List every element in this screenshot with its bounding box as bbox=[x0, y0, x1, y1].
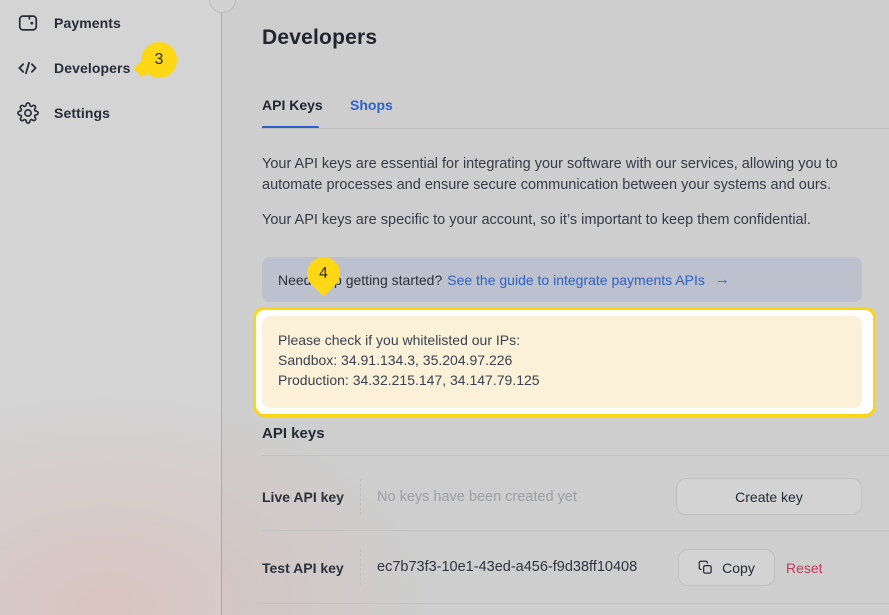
sidebar bbox=[0, 0, 221, 615]
row-divider bbox=[262, 530, 889, 531]
sidebar-item-payments[interactable]: Payments bbox=[0, 8, 221, 38]
wallet-icon bbox=[16, 12, 39, 35]
sidebar-item-developers[interactable]: Developers bbox=[0, 53, 221, 83]
api-keys-heading: API keys bbox=[262, 425, 325, 442]
sidebar-item-settings[interactable]: Settings bbox=[0, 98, 221, 128]
row-divider bbox=[262, 455, 889, 456]
reset-key-link[interactable]: Reset bbox=[786, 560, 823, 576]
tabs-divider bbox=[262, 128, 889, 129]
copy-icon bbox=[698, 560, 713, 575]
live-api-key-value: No keys have been created yet bbox=[377, 489, 577, 505]
sidebar-divider bbox=[221, 0, 222, 615]
create-key-button[interactable]: Create key bbox=[676, 478, 862, 515]
copy-button-label: Copy bbox=[722, 560, 755, 576]
ip-notice-line: Please check if you whitelisted our IPs: bbox=[278, 330, 846, 350]
page-title: Developers bbox=[262, 26, 377, 50]
test-api-key-value: ec7b73f3-10e1-43ed-a456-f9d38ff10408 bbox=[377, 559, 637, 575]
arrow-right-icon: → bbox=[715, 271, 730, 288]
guide-link[interactable]: See the guide to integrate payments APIs bbox=[447, 272, 705, 288]
ip-highlight-box: Please check if you whitelisted our IPs:… bbox=[253, 307, 876, 417]
tour-step-badge-4: 4 bbox=[307, 257, 340, 290]
row-separator bbox=[360, 549, 361, 585]
row-separator bbox=[360, 479, 361, 515]
ip-notice: Please check if you whitelisted our IPs:… bbox=[262, 316, 862, 408]
tab-shops[interactable]: Shops bbox=[350, 97, 393, 113]
live-api-key-label: Live API key bbox=[262, 489, 344, 505]
sidebar-item-label: Developers bbox=[54, 60, 130, 76]
tour-step-badge-3: 3 bbox=[141, 42, 177, 78]
tab-api-keys[interactable]: API Keys bbox=[262, 97, 323, 113]
sidebar-item-label: Settings bbox=[54, 105, 110, 121]
getting-started-banner: Need help getting started? See the guide… bbox=[262, 257, 862, 302]
banner-text: Need help getting started? bbox=[278, 272, 442, 288]
copy-key-button[interactable]: Copy bbox=[678, 549, 775, 586]
app-window: Payments Developers Settings 3 4 Develop… bbox=[0, 0, 889, 615]
code-icon bbox=[16, 57, 39, 80]
badge-number: 4 bbox=[319, 265, 328, 283]
create-key-button-label: Create key bbox=[735, 489, 803, 505]
intro-paragraph: Your API keys are essential for integrat… bbox=[262, 154, 847, 195]
ip-notice-line: Production: 34.32.215.147, 34.147.79.125 bbox=[278, 370, 846, 390]
intro-paragraph: Your API keys are specific to your accou… bbox=[262, 210, 847, 231]
sidebar-item-label: Payments bbox=[54, 15, 121, 31]
badge-number: 3 bbox=[155, 51, 164, 69]
ip-notice-line: Sandbox: 34.91.134.3, 35.204.97.226 bbox=[278, 350, 846, 370]
row-divider bbox=[262, 603, 889, 604]
gear-icon bbox=[16, 102, 39, 125]
test-api-key-label: Test API key bbox=[262, 560, 344, 576]
